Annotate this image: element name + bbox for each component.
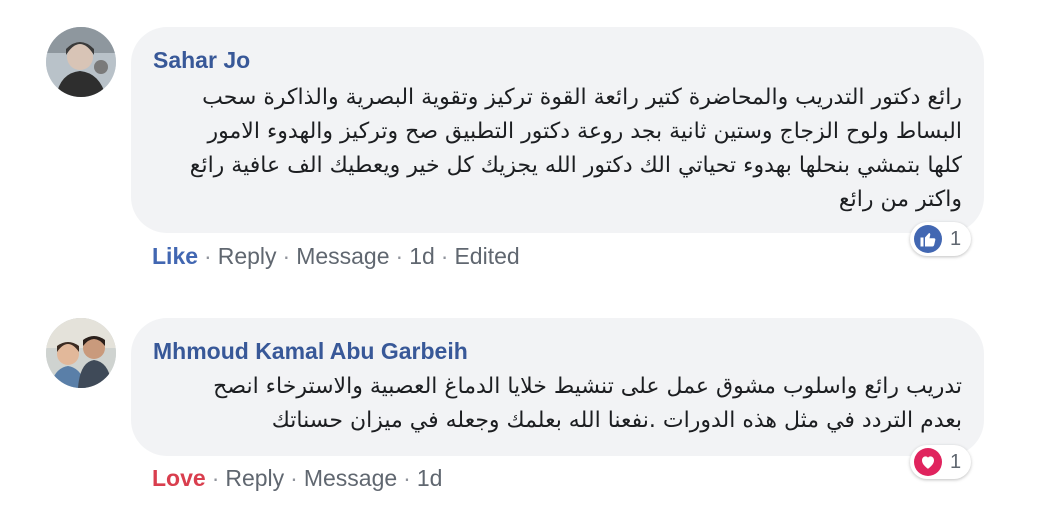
reply-button[interactable]: Reply bbox=[225, 465, 284, 492]
comment: Mhmoud Kamal Abu Garbeih تدريب رائع واسل… bbox=[0, 0, 1050, 519]
comment-author[interactable]: Mhmoud Kamal Abu Garbeih bbox=[153, 338, 468, 365]
separator: · bbox=[403, 465, 411, 491]
comment-line: تدريب رائع واسلوب مشوق عمل على تنشيط خلا… bbox=[213, 374, 962, 399]
timestamp[interactable]: 1d bbox=[417, 465, 443, 492]
reaction-count: 1 bbox=[950, 450, 962, 473]
message-button[interactable]: Message bbox=[304, 465, 397, 492]
comment-bubble: Mhmoud Kamal Abu Garbeih تدريب رائع واسل… bbox=[131, 318, 984, 456]
comment-actions: Love · Reply · Message · 1d bbox=[152, 465, 442, 492]
separator: · bbox=[290, 465, 298, 491]
reaction-count-badge[interactable]: 1 bbox=[910, 445, 972, 479]
comment-line: بعدم التردد في مثل هذه الدورات .نفعنا ال… bbox=[271, 408, 962, 433]
separator: · bbox=[211, 465, 220, 491]
avatar[interactable] bbox=[46, 318, 116, 388]
love-button[interactable]: Love bbox=[152, 465, 206, 492]
comment-text: تدريب رائع واسلوب مشوق عمل على تنشيط خلا… bbox=[152, 370, 962, 438]
heart-icon bbox=[914, 448, 942, 476]
